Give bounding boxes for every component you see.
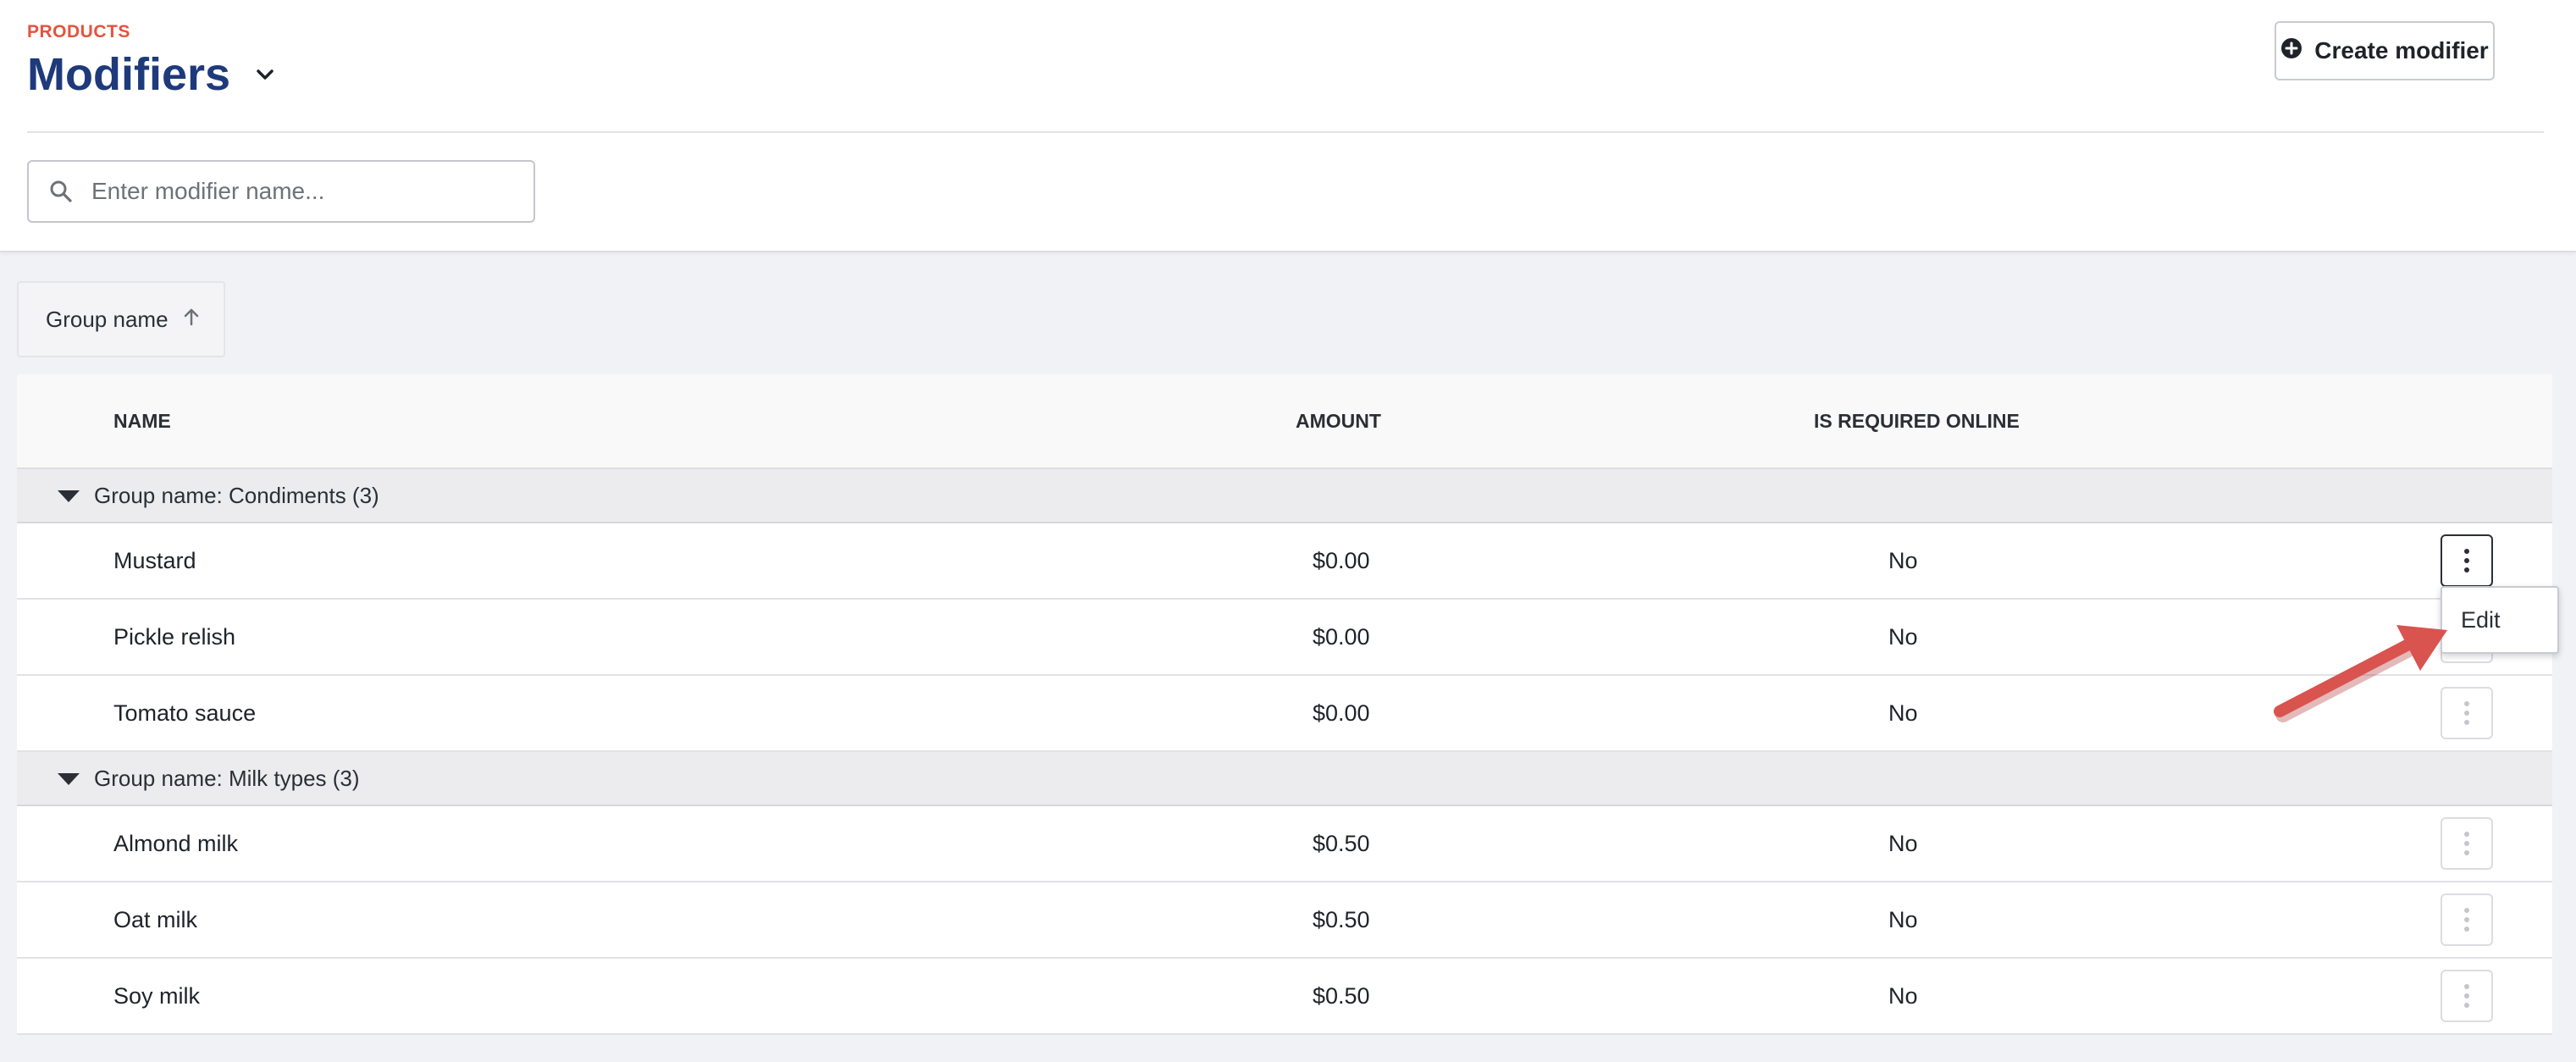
section-eyebrow: PRODUCTS bbox=[27, 22, 130, 41]
column-header-name[interactable]: NAME bbox=[113, 374, 171, 467]
group-row-condiments[interactable]: Group name: Condiments (3) bbox=[17, 469, 2552, 523]
modifier-name: Almond milk bbox=[113, 830, 239, 856]
modifier-required-online: No bbox=[1888, 623, 1918, 650]
annotation-arrow bbox=[2274, 625, 2447, 722]
modifier-name: Oat milk bbox=[113, 906, 198, 932]
modifier-name: Pickle relish bbox=[113, 623, 236, 650]
modifier-name: Soy milk bbox=[113, 982, 201, 1009]
modifier-amount: $0.00 bbox=[1313, 700, 1370, 726]
more-vertical-icon[interactable] bbox=[2441, 893, 2493, 946]
modifier-required-online: No bbox=[1888, 982, 1918, 1009]
sort-chip-group-name[interactable]: Group name bbox=[17, 281, 225, 357]
table-row[interactable]: Almond milk $0.50 No bbox=[17, 806, 2552, 882]
column-header-amount[interactable]: AMOUNT bbox=[1296, 374, 1381, 467]
table-header: NAME AMOUNT IS REQUIRED ONLINE bbox=[17, 374, 2552, 469]
caret-down-icon[interactable] bbox=[58, 773, 80, 785]
create-modifier-label: Create modifier bbox=[2314, 37, 2489, 64]
modifier-amount: $0.50 bbox=[1313, 906, 1370, 932]
modifier-required-online: No bbox=[1888, 547, 1918, 573]
page-header: PRODUCTS Modifiers Create modifier bbox=[0, 0, 2576, 252]
column-header-required-online[interactable]: IS REQUIRED ONLINE bbox=[1814, 374, 2020, 467]
more-vertical-icon[interactable] bbox=[2441, 534, 2493, 587]
table-row[interactable]: Pickle relish $0.00 No bbox=[17, 600, 2552, 676]
header-divider bbox=[27, 131, 2544, 133]
table-row[interactable]: Tomato sauce $0.00 No bbox=[17, 676, 2552, 752]
create-modifier-button[interactable]: Create modifier bbox=[2275, 21, 2495, 80]
sort-chip-label: Group name bbox=[46, 306, 169, 332]
table-row[interactable]: Mustard $0.00 No bbox=[17, 523, 2552, 600]
caret-down-icon[interactable] bbox=[58, 490, 80, 502]
group-label: Group name: Condiments (3) bbox=[94, 482, 379, 508]
title-row: Modifiers bbox=[27, 44, 278, 105]
modifier-name: Mustard bbox=[113, 547, 196, 573]
modifier-amount: $0.50 bbox=[1313, 982, 1370, 1009]
modifier-required-online: No bbox=[1888, 906, 1918, 932]
search-input[interactable] bbox=[90, 177, 517, 206]
arrow-up-icon bbox=[182, 307, 201, 333]
modifier-amount: $0.00 bbox=[1313, 623, 1370, 650]
modifier-required-online: No bbox=[1888, 700, 1918, 726]
page-title[interactable]: Modifiers bbox=[27, 48, 230, 101]
modifier-name: Tomato sauce bbox=[113, 700, 257, 726]
group-label: Group name: Milk types (3) bbox=[94, 765, 360, 791]
more-vertical-icon[interactable] bbox=[2441, 817, 2493, 870]
table-row[interactable]: Oat milk $0.50 No bbox=[17, 882, 2552, 959]
modifier-amount: $0.00 bbox=[1313, 547, 1370, 573]
modifiers-table: NAME AMOUNT IS REQUIRED ONLINE Group nam… bbox=[17, 374, 2552, 1035]
plus-circle-icon bbox=[2280, 37, 2302, 65]
table-row[interactable]: Soy milk $0.50 No bbox=[17, 959, 2552, 1035]
modifier-amount: $0.50 bbox=[1313, 830, 1370, 856]
search-field[interactable] bbox=[27, 160, 535, 223]
chevron-down-icon[interactable] bbox=[252, 62, 278, 87]
more-vertical-icon[interactable] bbox=[2441, 970, 2493, 1022]
group-row-milk-types[interactable]: Group name: Milk types (3) bbox=[17, 752, 2552, 806]
search-icon bbox=[47, 178, 75, 205]
modifier-required-online: No bbox=[1888, 830, 1918, 856]
